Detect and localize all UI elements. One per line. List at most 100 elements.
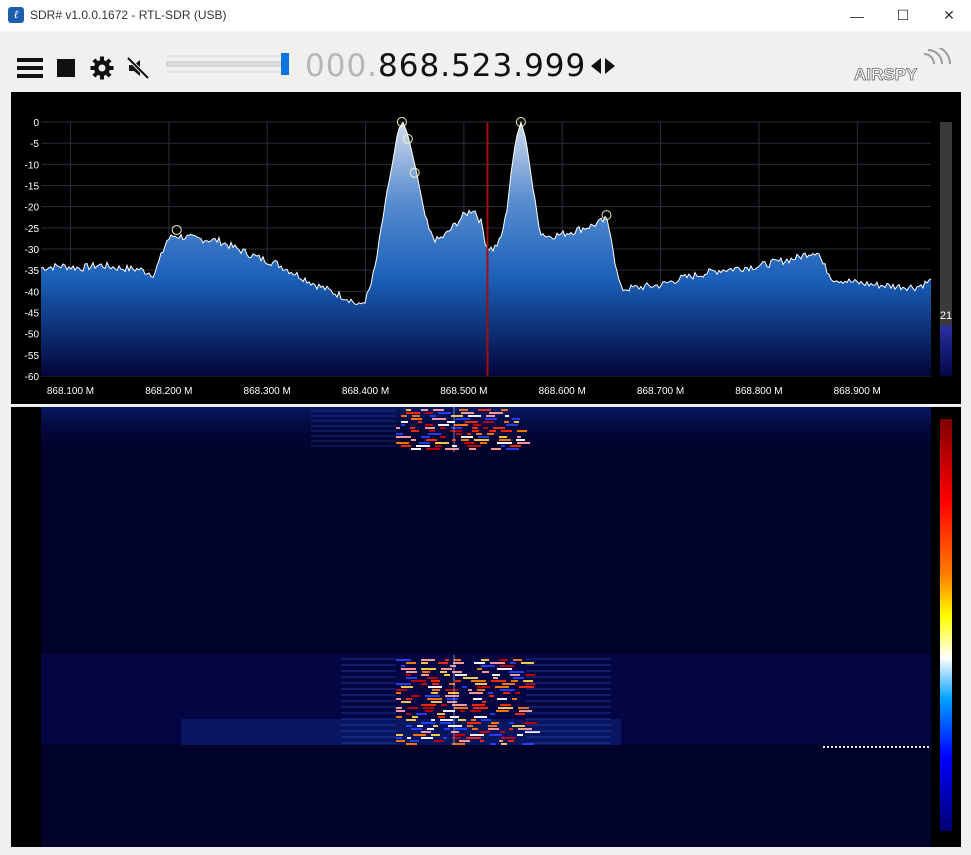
waterfall-pixel-run [437, 713, 445, 715]
waterfall-pixel-run [476, 433, 482, 435]
waterfall-pixel-run [480, 442, 487, 444]
waterfall-pixel-run [440, 427, 446, 429]
maximize-button[interactable]: ☐ [880, 0, 926, 31]
waterfall-pixel-run [499, 740, 503, 742]
waterfall-pixel-run [472, 704, 485, 706]
waterfall-plot[interactable] [11, 407, 961, 847]
waterfall-pixel-run [396, 436, 411, 438]
waterfall-pixel-run [433, 725, 438, 727]
waterfall-pixel-run [513, 659, 522, 661]
waterfall-pixel-run [486, 415, 495, 417]
waterfall-pixel-run [504, 421, 509, 423]
waterfall-panel[interactable] [11, 407, 961, 847]
waterfall-pixel-run [454, 659, 461, 661]
waterfall-pixel-run [501, 430, 512, 432]
waterfall-pixel-run [445, 689, 458, 691]
waterfall-pixel-run [412, 415, 420, 417]
waterfall-pixel-run [447, 701, 457, 703]
waterfall-pixel-run [488, 728, 499, 730]
waterfall-pixel-run [473, 707, 488, 709]
waterfall-pixel-run [491, 722, 499, 724]
left-right-arrows-icon[interactable] [589, 53, 617, 79]
volume-slider[interactable] [165, 48, 289, 80]
waterfall-pixel-run [517, 442, 530, 444]
waterfall-pixel-run [431, 680, 440, 682]
waterfall-pixel-run [472, 430, 479, 432]
minimize-button[interactable]: — [834, 0, 880, 31]
y-tick-label: -25 [25, 224, 40, 235]
waterfall-pixel-run [426, 439, 437, 441]
gain-bar-fill[interactable] [940, 325, 952, 376]
waterfall-pixel-run [406, 719, 416, 721]
volume-slider-thumb[interactable] [281, 53, 289, 75]
waterfall-pixel-run [441, 704, 447, 706]
waterfall-pixel-run [485, 418, 497, 420]
waterfall-pixel-run [406, 671, 417, 673]
waterfall-pixel-run [401, 668, 416, 670]
waterfall-pixel-run [478, 409, 491, 411]
y-tick-label: -5 [30, 139, 39, 150]
waterfall-pixel-run [396, 737, 402, 739]
frequency-display[interactable]: 000.868.523.999 [305, 48, 586, 84]
waterfall-pixel-run [468, 415, 481, 417]
waterfall-pixel-run [505, 415, 509, 417]
waterfall-pixel-run [443, 710, 455, 712]
waterfall-pixel-run [501, 445, 505, 447]
waterfall-pixel-run [431, 719, 435, 721]
waterfall-pixel-run [455, 728, 467, 730]
waterfall-pixel-run [525, 674, 535, 676]
waterfall-pixel-run [396, 683, 411, 685]
waterfall-pixel-run [488, 692, 493, 694]
close-button[interactable]: ✕ [926, 0, 971, 31]
waterfall-pixel-run [411, 728, 422, 730]
waterfall-pixel-run [512, 698, 517, 700]
waterfall-pixel-run [435, 445, 442, 447]
waterfall-pixel-run [440, 722, 452, 724]
waterfall-pixel-run [396, 707, 402, 709]
waterfall-pixel-run [438, 412, 451, 414]
waterfall-pixel-run [396, 433, 403, 435]
frequency-leading-zeros[interactable]: 000. [305, 48, 378, 84]
hamburger-menu-icon[interactable] [17, 55, 43, 81]
waterfall-pixel-run [406, 713, 411, 715]
waterfall-color-palette[interactable] [940, 419, 952, 831]
waterfall-pixel-run [427, 677, 438, 679]
waterfall-pixel-run [456, 418, 470, 420]
waterfall-pixel-run [421, 436, 430, 438]
waterfall-pixel-run [455, 680, 461, 682]
speaker-muted-icon[interactable] [125, 55, 151, 81]
waterfall-pixel-run [416, 713, 427, 715]
waterfall-pixel-run [396, 698, 401, 700]
waterfall-pixel-run [509, 722, 514, 724]
waterfall-pixel-run [450, 430, 462, 432]
spectrum-plot[interactable]: 0 -5 -10 -15 -20 -25 -30 -35 -40 -45 -50 -55 -60 868… [11, 92, 961, 404]
waterfall-pixel-run [421, 668, 436, 670]
waterfall-pixel-run [462, 686, 467, 688]
waterfall-pixel-run [517, 436, 521, 438]
y-tick-label: -40 [25, 287, 40, 298]
waterfall-pixel-run [440, 436, 446, 438]
stop-icon[interactable] [53, 55, 79, 81]
waterfall-pixel-run [510, 445, 521, 447]
window-title: SDR# v1.0.0.1672 - RTL-SDR (USB) [30, 8, 227, 22]
gear-icon[interactable] [89, 55, 115, 81]
airspy-logo: AIRSPY [852, 45, 952, 88]
waterfall-pixel-run [490, 713, 495, 715]
waterfall-pixel-run [497, 442, 512, 444]
spectrum-panel[interactable]: 0 -5 -10 -15 -20 -25 -30 -35 -40 -45 -50 -55 -60 868… [11, 92, 961, 404]
waterfall-pixel-run [451, 731, 459, 733]
y-tick-label: -35 [25, 266, 40, 277]
waterfall-pixel-run [396, 427, 400, 429]
frequency-value[interactable]: 868.523.999 [378, 48, 586, 84]
waterfall-pixel-run [452, 737, 461, 739]
waterfall-pixel-run [481, 665, 495, 667]
waterfall-pixel-run [443, 737, 447, 739]
waterfall-pixel-run [451, 427, 462, 429]
spectrum-y-axis: 0 -5 -10 -15 -20 -25 -30 -35 -40 -45 -50 -55 -60 [25, 118, 40, 383]
waterfall-pixel-run [475, 683, 487, 685]
waterfall-pixel-run [477, 689, 485, 691]
waterfall-pixel-run [406, 677, 417, 679]
waterfall-pixel-run [444, 674, 450, 676]
gain-value: 21 [940, 310, 952, 322]
waterfall-pixel-run [418, 421, 422, 423]
